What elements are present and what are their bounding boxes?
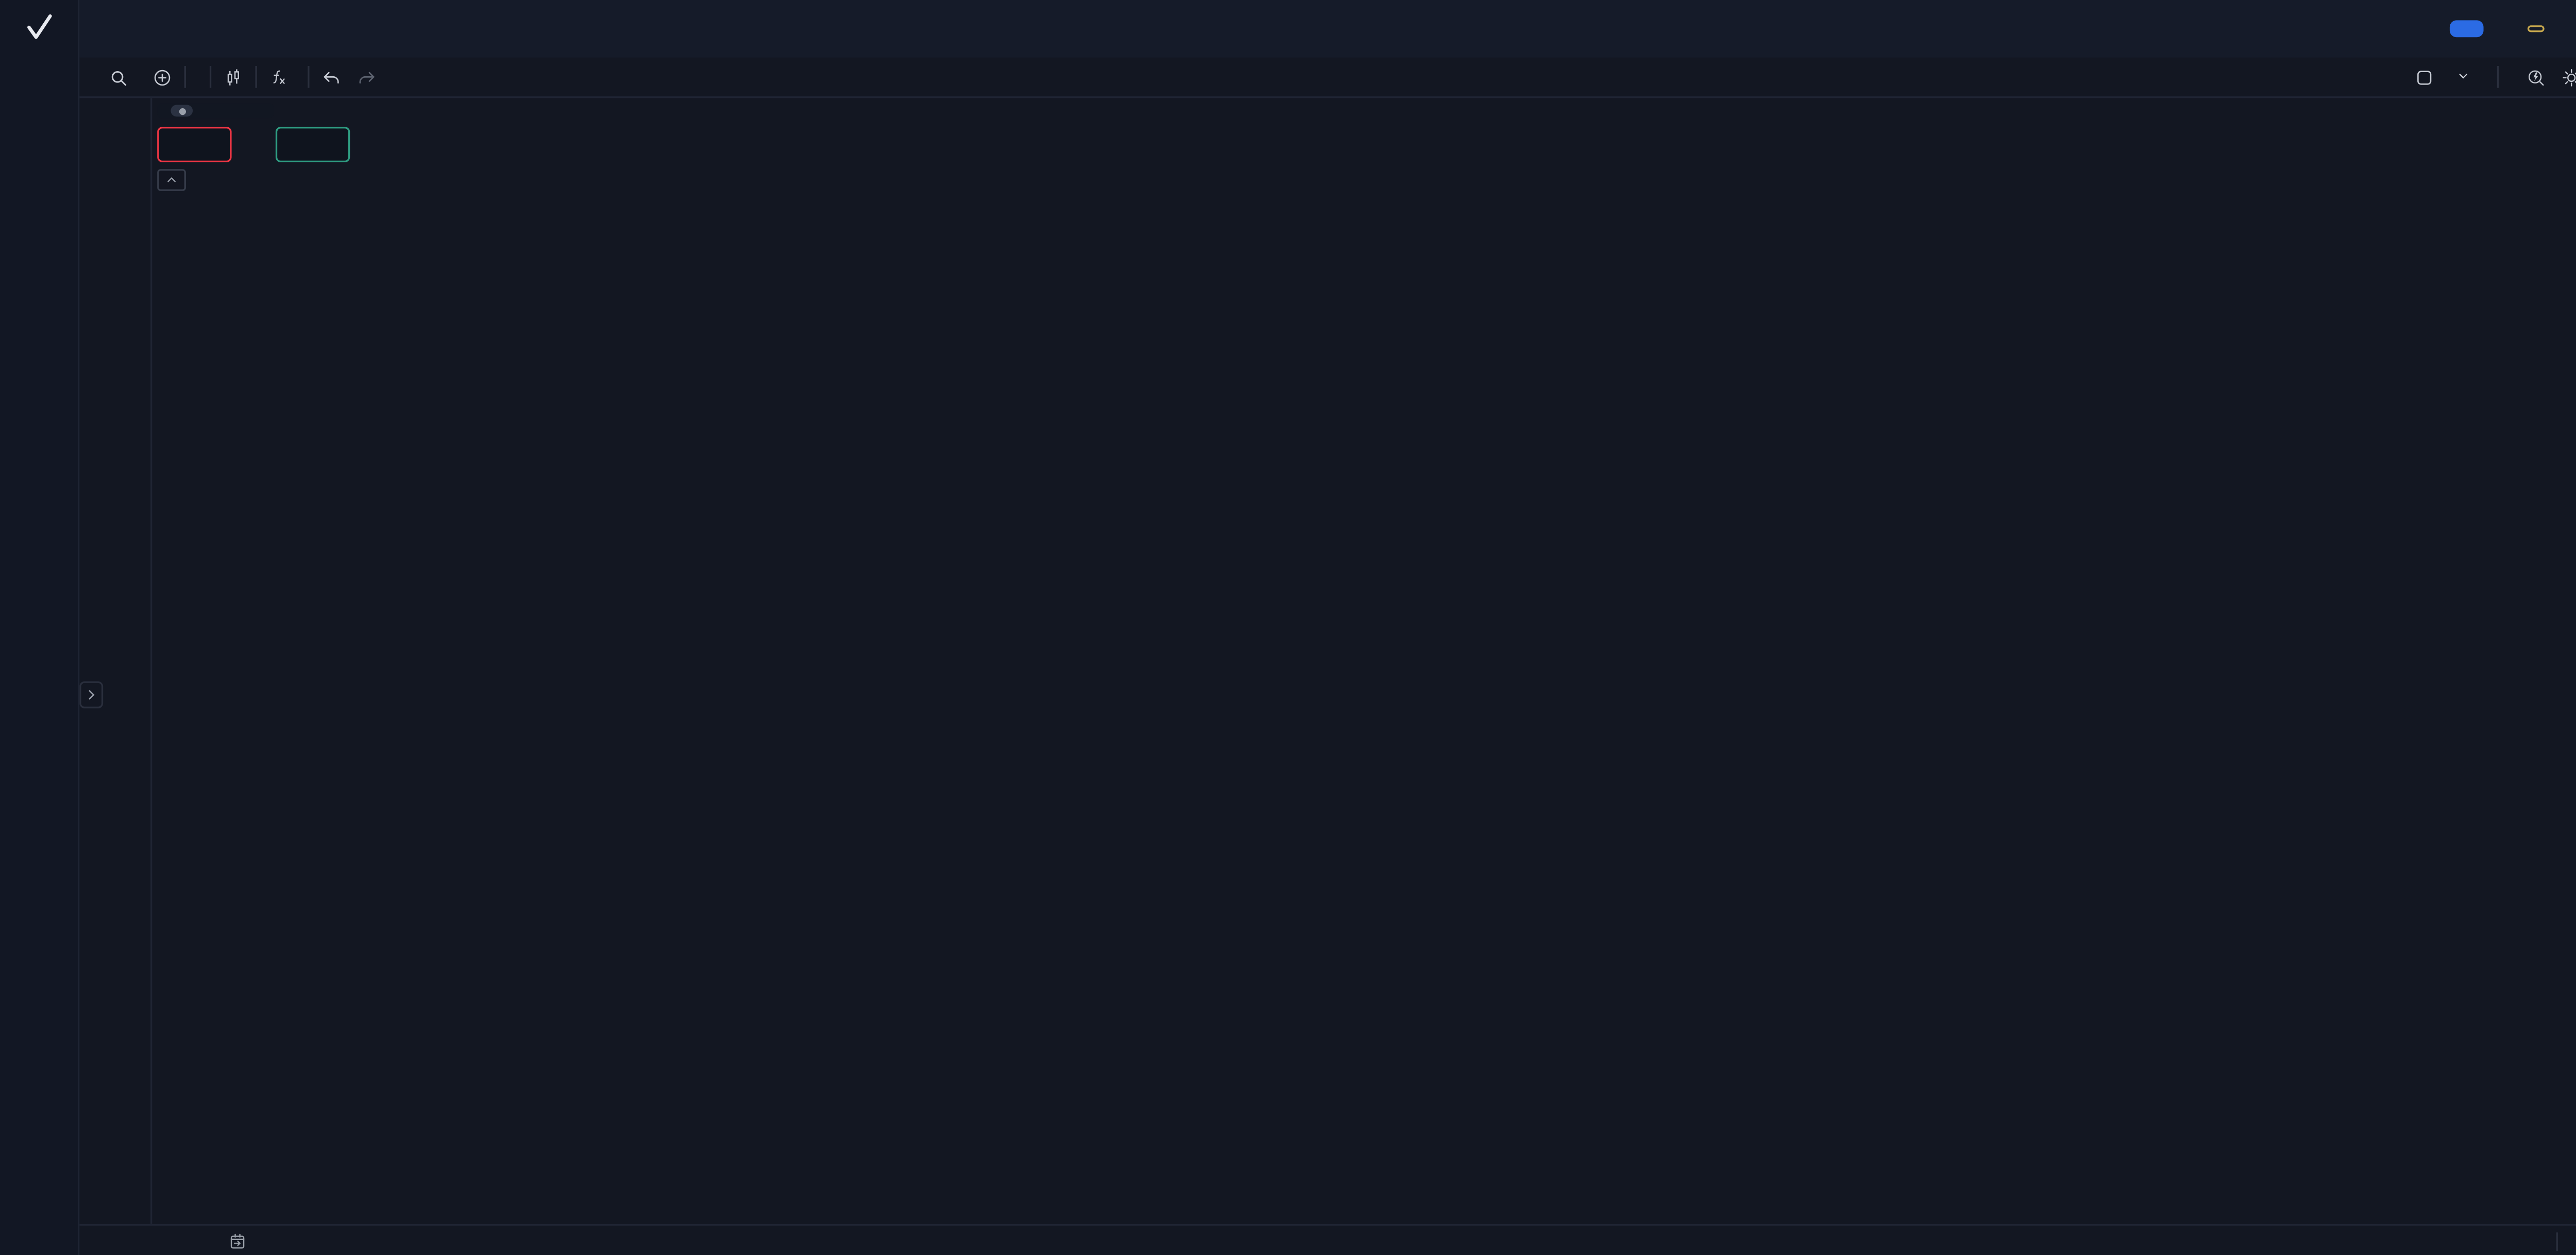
symbol-search-button[interactable]: [108, 67, 135, 87]
plus-circle-icon: [152, 67, 172, 87]
calendar-goto-icon: [228, 1232, 247, 1250]
quick-search-alert-button[interactable]: [2526, 67, 2546, 87]
compare-add-symbol-button[interactable]: [152, 67, 172, 87]
toolbar-divider: [2497, 66, 2499, 88]
header-account-cluster: [2450, 12, 2576, 46]
object-tree-drawer-button[interactable]: [79, 681, 103, 708]
demo-account-badge-block: [2528, 25, 2545, 33]
redo-icon: [357, 67, 377, 87]
toolbar-divider: [256, 66, 257, 88]
app-window: [0, 0, 2576, 1255]
search-icon: [108, 67, 128, 87]
source-toggle-icon[interactable]: [171, 105, 193, 116]
bottom-bar-right: [2538, 1232, 2576, 1250]
chart-bottom-bar: [78, 1224, 2576, 1255]
demo-badge: [2528, 25, 2545, 31]
app-sidebar: [0, 0, 79, 1255]
undo-icon: [321, 67, 341, 87]
chevron-down-icon: [2456, 70, 2470, 83]
top-header: [78, 0, 2576, 59]
flash-search-icon: [2526, 67, 2546, 87]
price-chart-canvas[interactable]: [150, 96, 2576, 1224]
chart-legend: [157, 103, 350, 191]
go-to-date-button[interactable]: [228, 1232, 247, 1250]
chart-settings-button[interactable]: [2561, 67, 2576, 87]
gear-icon: [2561, 67, 2576, 87]
redo-button[interactable]: [357, 67, 377, 87]
layout-checkbox[interactable]: [2414, 67, 2434, 87]
legend-ohlc-row: [157, 103, 274, 118]
legend-collapse-button[interactable]: [157, 169, 186, 191]
rsi-legend: [157, 903, 167, 906]
square-icon: [2414, 67, 2434, 87]
sell-button[interactable]: [157, 127, 231, 162]
divider: [2556, 1232, 2558, 1250]
toolbar-divider: [308, 66, 309, 88]
trade-buttons-row: [157, 127, 350, 162]
drawing-toolbar: [78, 96, 152, 1224]
indicators-button[interactable]: [269, 67, 296, 87]
switch-to-real-account-button[interactable]: [2450, 20, 2484, 37]
fx-icon: [269, 67, 289, 87]
chart-type-button[interactable]: [223, 67, 243, 87]
save-layout-button[interactable]: [2450, 70, 2470, 85]
chart-toolbar-right: [2414, 66, 2576, 88]
chart-toolbar-left: [108, 66, 377, 88]
toolbar-divider: [184, 66, 186, 88]
undo-button[interactable]: [321, 67, 341, 87]
chevron-right-icon: [84, 688, 98, 702]
brand-logo-checkmark-icon: [0, 0, 78, 58]
chart-toolbar: [78, 58, 2576, 98]
spread-block: [232, 127, 276, 162]
buy-button[interactable]: [276, 127, 350, 162]
candles-icon: [223, 67, 243, 87]
toolbar-divider: [210, 66, 211, 88]
